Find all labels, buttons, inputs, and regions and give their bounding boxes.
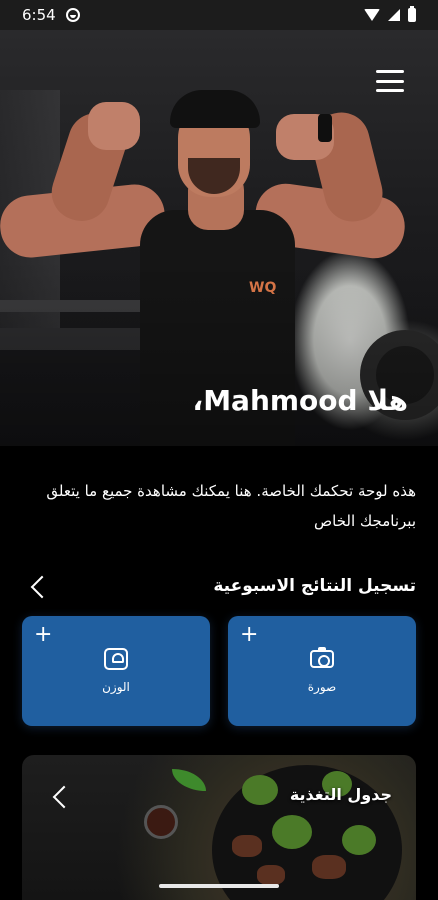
meat-decor: [312, 855, 346, 879]
weekly-results-header[interactable]: تسجيل النتائج الاسبوعية: [0, 566, 438, 608]
signal-icon: [388, 9, 400, 21]
battery-icon: [408, 6, 416, 22]
camera-icon: [310, 647, 334, 668]
scale-icon: [104, 648, 128, 670]
meat-decor: [257, 865, 285, 885]
greeting-title: هلا Mahmood،: [192, 384, 408, 417]
dashboard-intro: هذه لوحة تحكمك الخاصة. هنا يمكنك مشاهدة …: [46, 482, 416, 530]
hero-banner: WQ هلا Mahmood،: [0, 30, 438, 446]
nutrition-title: جدول التغذية: [289, 785, 392, 804]
nutrition-schedule-card[interactable]: جدول التغذية: [22, 755, 416, 900]
add-photo-label: صورة: [307, 680, 337, 694]
weekly-results-title: تسجيل النتائج الاسبوعية: [213, 576, 416, 596]
hamburger-menu-icon[interactable]: [376, 70, 404, 92]
chevron-left-icon[interactable]: [52, 785, 76, 809]
broccoli-decor: [272, 815, 312, 849]
basil-leaf-decor: [172, 769, 206, 791]
wifi-icon: [364, 9, 380, 21]
add-weight-label: الوزن: [102, 680, 130, 694]
plus-icon[interactable]: +: [34, 624, 52, 646]
add-photo-card[interactable]: + صورة: [228, 616, 416, 726]
plus-icon[interactable]: +: [240, 624, 258, 646]
spice-bowl-decor: [144, 805, 178, 839]
chevron-left-icon[interactable]: [30, 575, 54, 599]
status-bar: 6:54: [0, 0, 438, 30]
app-notification-icon: [65, 8, 80, 22]
add-weight-card[interactable]: + الوزن: [22, 616, 210, 726]
broccoli-decor: [342, 825, 376, 855]
home-indicator[interactable]: [159, 884, 279, 888]
meat-decor: [232, 835, 262, 857]
status-time: 6:54: [22, 6, 56, 24]
broccoli-decor: [242, 775, 278, 805]
